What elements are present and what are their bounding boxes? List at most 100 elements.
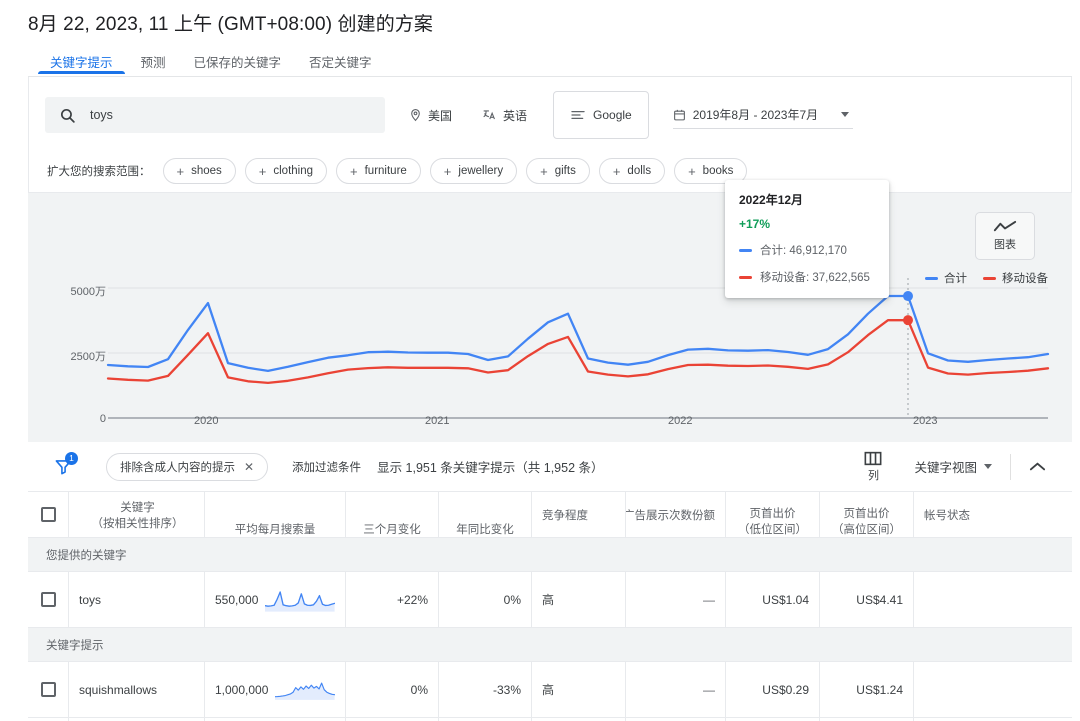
cell-bid-high: US$1.24 <box>819 662 913 717</box>
filter-icon-button[interactable]: 1 <box>46 450 80 484</box>
tooltip-date: 2022年12月 <box>739 191 876 208</box>
column-header-keyword[interactable]: 关键字 （按相关性排序） <box>68 492 204 537</box>
column-header-label: 帐号状态 <box>924 507 970 523</box>
cell-account-status <box>913 572 1072 627</box>
collapse-button[interactable] <box>1011 461 1060 472</box>
table-row[interactable]: squishmallows1,000,0000%-33%高—US$0.29US$… <box>28 662 1072 718</box>
location-label: 美国 <box>428 107 452 124</box>
cell-competition: 高 <box>531 662 625 717</box>
tooltip-swatch-mobile <box>739 276 752 279</box>
column-header-sublabel: （按相关性排序） <box>92 515 184 531</box>
language-icon <box>482 108 497 122</box>
columns-label: 列 <box>868 467 879 483</box>
toolbar-right-group: 列 关键字视图 <box>854 451 1060 483</box>
tooltip-label-total: 合计: 46,912,170 <box>760 242 847 258</box>
calendar-icon <box>673 108 686 122</box>
expand-chip-furniture[interactable]: +furniture <box>336 158 421 184</box>
expand-chip-label: furniture <box>365 165 407 177</box>
tab-bar: 关键字提示 预测 已保存的关键字 否定关键字 <box>0 36 1080 74</box>
column-header-yoy[interactable]: 年同比变化 <box>438 492 531 537</box>
cell-competition: 高 <box>531 572 625 627</box>
sparkline <box>265 587 335 613</box>
location-pin-icon <box>409 108 422 122</box>
cell-yoy: 0% <box>438 572 531 627</box>
plus-icon: + <box>540 165 548 178</box>
plus-icon: + <box>444 165 452 178</box>
view-selector-label: 关键字视图 <box>914 457 977 476</box>
columns-button[interactable]: 列 <box>854 451 892 483</box>
search-value: toys <box>90 108 113 122</box>
column-header-label: 三个月变化 <box>363 521 421 537</box>
chevron-down-icon <box>984 464 992 469</box>
chart-point-total <box>903 291 913 301</box>
expand-chip-gifts[interactable]: +gifts <box>526 158 590 184</box>
language-selector[interactable]: 英语 <box>482 107 527 124</box>
page-title: 8月 22, 2023, 11 上午 (GMT+08:00) 创建的方案 <box>28 9 1080 36</box>
network-label: Google <box>593 108 632 122</box>
table-section-header: 关键字提示 <box>28 628 1072 662</box>
expand-chip-label: books <box>703 165 734 177</box>
column-header-label: 竞争程度 <box>542 507 588 523</box>
location-selector[interactable]: 美国 <box>409 107 452 124</box>
search-icon <box>59 107 76 124</box>
cell-account-status <box>913 662 1072 717</box>
column-header-bid-low[interactable]: 页首出价 （低位区间） <box>725 492 819 537</box>
column-header-bid-high[interactable]: 页首出价 （高位区间） <box>819 492 913 537</box>
select-all-checkbox[interactable] <box>41 507 56 522</box>
cell-bid-low: US$1.04 <box>725 572 819 627</box>
x-tick-label: 2022 <box>668 415 692 427</box>
column-header-account-status[interactable]: 帐号状态 <box>913 492 1072 537</box>
chart-point-mobile <box>903 315 913 325</box>
expand-chip-shoes[interactable]: +shoes <box>163 158 236 184</box>
date-range-selector[interactable]: 2019年8月 - 2023年7月 <box>673 101 853 129</box>
tab-saved-keywords[interactable]: 已保存的关键字 <box>180 52 296 74</box>
network-icon <box>570 109 586 121</box>
network-selector[interactable]: Google <box>553 91 649 139</box>
expand-chip-label: dolls <box>627 165 651 177</box>
column-header-three-month[interactable]: 三个月变化 <box>345 492 438 537</box>
chart-x-axis: 2020 2021 2022 2023 <box>28 415 1072 435</box>
column-header-label: 年同比变化 <box>456 521 514 537</box>
column-header-competition[interactable]: 竞争程度 <box>531 492 625 537</box>
columns-icon <box>864 451 882 466</box>
table-header-row: 关键字 （按相关性排序） 平均每月搜索量 三个月变化 年同比变化 竞争程度 广告… <box>28 492 1072 538</box>
tab-negative-keywords[interactable]: 否定关键字 <box>295 52 386 74</box>
chevron-down-icon <box>841 112 849 117</box>
row-checkbox[interactable] <box>41 592 56 607</box>
active-filter-label: 排除含成人内容的提示 <box>120 459 235 475</box>
cell-bid-high: US$4.41 <box>819 572 913 627</box>
avg-monthly-value: 1,000,000 <box>215 683 268 697</box>
view-selector[interactable]: 关键字视图 <box>892 457 1010 476</box>
column-header-ad-share[interactable]: 广告展示次数份额 <box>625 492 725 537</box>
close-icon[interactable]: ✕ <box>244 460 254 474</box>
cell-three-month: 0% <box>345 662 438 717</box>
column-header-avg-monthly[interactable]: 平均每月搜索量 <box>204 492 345 537</box>
tooltip-row-mobile: 移动设备: 37,622,565 <box>739 269 876 285</box>
plus-icon: + <box>259 165 267 178</box>
tab-forecast[interactable]: 预测 <box>127 52 180 74</box>
sparkline <box>275 677 335 703</box>
expand-chip-clothing[interactable]: + clothing <box>245 158 327 184</box>
row-checkbox[interactable] <box>41 682 56 697</box>
chevron-up-icon <box>1029 461 1046 472</box>
search-input[interactable]: toys <box>45 97 385 133</box>
date-range-label: 2019年8月 - 2023年7月 <box>693 106 818 123</box>
table-section-header: 您提供的关键字 <box>28 538 1072 572</box>
add-filter-button[interactable]: 添加过滤条件 <box>292 459 361 475</box>
table-row[interactable]: toys550,000+22%0%高—US$1.04US$4.41 <box>28 572 1072 628</box>
chart-series-mobile <box>108 320 1048 383</box>
expand-chip-dolls[interactable]: + dolls <box>599 158 665 184</box>
plus-icon: + <box>613 165 621 178</box>
result-count-text: 显示 1,951 条关键字提示（共 1,952 条） <box>377 457 603 476</box>
cell-yoy: -33% <box>438 662 531 717</box>
column-header-sublabel: （低位区间） <box>738 521 807 537</box>
column-header-label: 页首出价 <box>844 505 890 521</box>
column-header-label: 页首出价 <box>750 505 796 521</box>
expand-chip-label: clothing <box>273 165 313 177</box>
keyword-planner-page: 8月 22, 2023, 11 上午 (GMT+08:00) 创建的方案 关键字… <box>0 0 1080 721</box>
tab-keyword-ideas[interactable]: 关键字提示 <box>36 52 127 74</box>
expand-chip-jewellery[interactable]: +jewellery <box>430 158 517 184</box>
column-header-sublabel: （高位区间） <box>832 521 901 537</box>
active-filter-chip[interactable]: 排除含成人内容的提示 ✕ <box>106 453 268 481</box>
expand-chip-label: shoes <box>191 165 222 177</box>
